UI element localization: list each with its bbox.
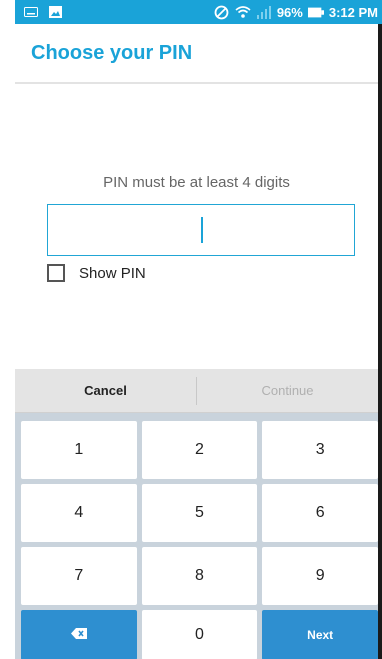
continue-button[interactable]: Continue xyxy=(197,369,378,412)
key-1[interactable]: 1 xyxy=(21,421,137,479)
key-7[interactable]: 7 xyxy=(21,547,137,605)
pin-input[interactable] xyxy=(47,204,355,256)
battery-percent: 96% xyxy=(276,4,303,20)
clock: 3:12 PM xyxy=(328,4,378,20)
app-bar: Choose your PIN xyxy=(15,24,378,84)
show-pin-checkbox[interactable] xyxy=(47,264,65,282)
cancel-button[interactable]: Cancel xyxy=(15,369,196,412)
page-title: Choose your PIN xyxy=(31,41,193,64)
key-6[interactable]: 6 xyxy=(262,484,379,542)
no-disturb-icon xyxy=(214,5,230,19)
keypad-row: 4 5 6 xyxy=(21,484,379,542)
key-3[interactable]: 3 xyxy=(262,421,379,479)
key-0[interactable]: 0 xyxy=(141,610,258,659)
action-bar: Cancel Continue xyxy=(15,369,378,413)
show-pin-option[interactable]: Show PIN xyxy=(47,264,146,282)
show-pin-label: Show PIN xyxy=(79,264,146,282)
keyboard-icon xyxy=(23,5,39,19)
text-caret xyxy=(201,217,203,243)
backspace-icon xyxy=(70,628,87,642)
screen: 96% 3:12 PM Choose your PIN PIN must be … xyxy=(0,0,382,659)
key-2[interactable]: 2 xyxy=(141,421,258,479)
right-edge xyxy=(378,24,382,659)
left-edge xyxy=(0,0,15,659)
keypad-row: 1 2 3 xyxy=(21,421,379,479)
numeric-keypad: 1 2 3 4 5 6 7 8 9 0 Next xyxy=(15,413,379,659)
key-4[interactable]: 4 xyxy=(21,484,137,542)
pin-form: PIN must be at least 4 digits Show PIN xyxy=(15,86,378,369)
backspace-key[interactable] xyxy=(21,610,137,659)
key-9[interactable]: 9 xyxy=(262,547,379,605)
keypad-row: 0 Next xyxy=(21,610,379,659)
wifi-icon xyxy=(235,5,251,19)
key-5[interactable]: 5 xyxy=(141,484,258,542)
next-key[interactable]: Next xyxy=(262,610,379,659)
battery-icon xyxy=(307,5,324,19)
keypad-row: 7 8 9 xyxy=(21,547,379,605)
key-8[interactable]: 8 xyxy=(141,547,258,605)
signal-icon xyxy=(256,5,272,19)
image-icon xyxy=(47,5,63,19)
pin-hint: PIN must be at least 4 digits xyxy=(103,174,290,191)
status-bar: 96% 3:12 PM xyxy=(15,0,382,24)
